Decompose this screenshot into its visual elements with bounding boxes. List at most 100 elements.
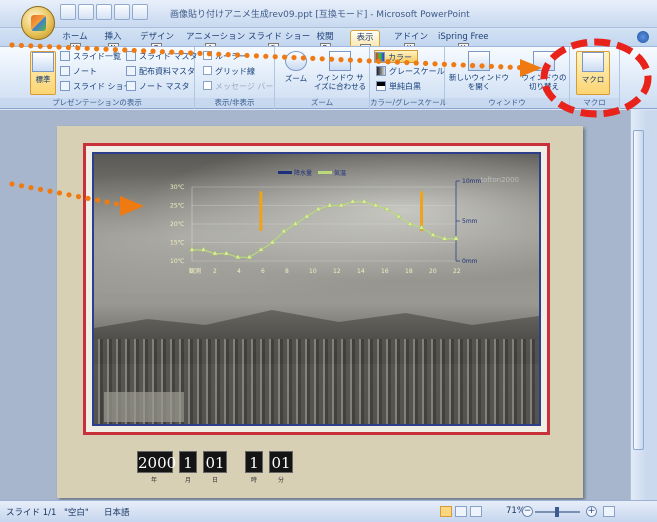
zoom-slider-thumb[interactable] [555,507,559,517]
ribbon-tab-bar: ホームH 挿入N デザインG アニメーションA スライド ショーS 校閲R 表示… [0,28,657,54]
slide-indicator: スライド 1/1 [6,508,57,518]
tab-home[interactable]: ホームH [62,30,88,53]
grayscale-icon [376,66,386,76]
temp-point [326,202,333,208]
normal-view-button[interactable]: 標準 [30,51,56,95]
temp-point [223,250,230,256]
x-tick-label: 22 [453,268,461,275]
x-tick-label: 18 [405,268,413,275]
photo-frame-inner: tofton2000 降水量 気温 30℃ 25℃ 20℃ 15℃ 10℃ 10mm 5mm 0m… [92,152,541,426]
gridlines-checkbox[interactable]: グリッド線 [203,65,255,78]
grayscale-button[interactable]: グレースケール [376,65,445,78]
group-show-hide: ルーラー グリッド線 メッセージ バー 表示/非表示 [195,47,275,109]
group-label: ズーム [275,98,369,108]
left-tick-label: 20℃ [170,221,185,228]
slideshow-view-button[interactable]: スライド ショー [60,80,132,93]
undo-icon[interactable] [78,4,94,20]
fit-slide-icon[interactable] [603,506,615,517]
sports-field [104,392,184,422]
side-strip [645,110,657,500]
slide-sorter-icon [60,51,70,61]
x-tick-label: 2 [213,268,217,275]
minute-unit: 分 [278,477,285,484]
tab-ispring[interactable]: iSpring FreeY [438,30,489,53]
ruler-checkbox[interactable]: ルーラー [203,50,247,63]
powerpoint-window: 画像貼り付けアニメ生成rev09.ppt [互換モード] - Microsoft… [0,0,657,522]
switch-windows-button[interactable]: ウィンドウの切り替え [521,51,567,95]
x-tick-label: 10 [309,268,317,275]
x-tick-label: 16 [381,268,389,275]
handout-master-button[interactable]: 配布資料マスタ [126,65,195,78]
fit-window-button[interactable]: ウィンドウ サイズに合わせる [313,51,367,95]
slideshow-icon[interactable] [132,4,148,20]
notes-view-button[interactable]: ノート [60,65,97,78]
vertical-scrollbar[interactable] [630,110,645,500]
group-color: カラー グレースケール 単純白黒 カラー/グレースケール [370,47,447,109]
status-bar: スライド 1/1 "空白" 日本語 71% − + [0,500,657,522]
legend-swatch-temp [318,171,332,174]
notes-master-button[interactable]: ノート マスタ [126,80,190,93]
x-tick-label: 20 [429,268,437,275]
x-tick-label: 4 [237,268,241,275]
group-label: マクロ [570,98,619,108]
office-button[interactable] [21,6,55,40]
x-tick-label: 12 [333,268,341,275]
tab-review[interactable]: 校閲R [314,30,336,53]
language: 日本語 [104,508,130,518]
group-label: プレゼンテーションの表示 [0,98,194,108]
ribbon: 標準 スライド一覧 ノート スライド ショー スライド マスタ 配布資料マスタ … [0,46,657,109]
month-digits: 1 [179,451,197,473]
minute-digits: 01 [269,451,293,473]
redo-icon[interactable] [96,4,112,20]
new-window-button[interactable]: 新しいウィンドウを開く [449,51,509,95]
black-white-button[interactable]: 単純白黒 [376,80,421,93]
color-button[interactable]: カラー [374,50,418,63]
group-zoom: ズーム ウィンドウ サイズに合わせる ズーム [275,47,370,109]
checkbox-icon [203,81,212,90]
checkbox-icon [203,51,212,60]
left-tick-label: 15℃ [170,240,185,247]
tab-slideshow[interactable]: スライド ショーS [248,30,310,53]
tab-insert[interactable]: 挿入N [102,30,124,53]
tab-view[interactable]: 表示W [350,30,380,54]
save-icon[interactable] [60,4,76,20]
magnifier-icon [285,51,307,71]
zoom-in-icon[interactable]: + [586,506,597,517]
print-icon[interactable] [114,4,130,20]
switch-windows-icon [533,51,555,71]
x-tick-label: 8 [285,268,289,275]
year-digits: 2000 [137,451,176,473]
slide-sorter-icon[interactable] [455,506,467,517]
slideshow-icon[interactable] [470,506,482,517]
legend-label-temp: 気温 [334,169,346,177]
x-tick-label: 観測 [189,267,201,275]
office-logo-icon [31,15,46,31]
macro-button[interactable]: マクロ [576,51,610,95]
help-icon[interactable] [637,31,649,43]
normal-view-icon[interactable] [440,506,452,517]
slide-master-icon [126,51,136,61]
tab-design[interactable]: デザインG [140,30,174,53]
scroll-thumb[interactable] [633,130,644,450]
month-unit: 月 [185,477,192,484]
macro-icon [582,52,604,72]
slideshow-icon [60,81,70,91]
zoom-button[interactable]: ズーム [279,51,313,95]
tab-animations[interactable]: アニメーションA [186,30,245,53]
normal-view-icon [32,52,54,72]
tab-addins[interactable]: アドインX [394,30,428,53]
group-label: 表示/非表示 [195,98,274,108]
slide-edit-area[interactable]: tofton2000 降水量 気温 30℃ 25℃ 20℃ 15℃ 10℃ 10mm 5mm 0m… [0,110,630,500]
slide[interactable]: tofton2000 降水量 気温 30℃ 25℃ 20℃ 15℃ 10℃ 10mm 5mm 0m… [57,126,583,498]
weather-chart[interactable]: 降水量 気温 30℃ 25℃ 20℃ 15℃ 10℃ 10mm 5mm 0mm 観測 2 4 6 8 10 12… [166,169,516,284]
left-tick-label: 30℃ [170,184,185,191]
day-digits: 01 [203,451,227,473]
zoom-out-icon[interactable]: − [522,506,533,517]
temp-point [189,246,195,252]
slide-sorter-button[interactable]: スライド一覧 [60,50,121,63]
x-tick-label: 6 [261,268,265,275]
slide-master-button[interactable]: スライド マスタ [126,50,198,63]
message-bar-checkbox[interactable]: メッセージ バー [203,80,273,93]
black-white-icon [376,81,386,91]
right-tick-label: 5mm [462,218,478,225]
